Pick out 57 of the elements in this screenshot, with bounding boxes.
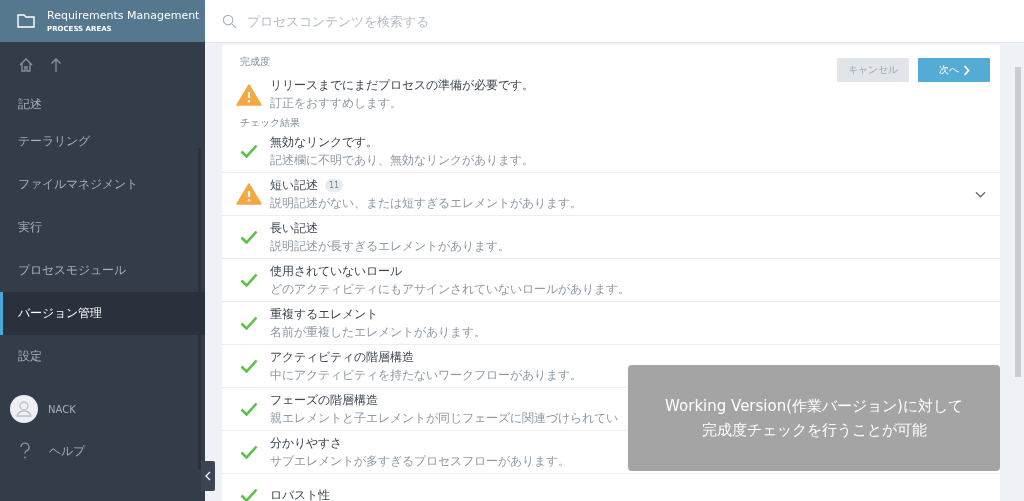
user-name: NACK [48,403,76,415]
search-bar[interactable]: プロセスコンテンツを検索する [205,0,1024,43]
warning-icon [236,183,262,205]
check-description: 名前が重複したエレメントがあります。 [270,323,487,341]
warning-icon [236,83,262,106]
summary-title: リリースまでにまだプロセスの準備が必要です。 [270,77,534,94]
sidebar-item[interactable]: 記述 [0,88,205,120]
check-description: サブエレメントが多すぎるプロセスフローがあります。 [270,452,571,470]
sidebar-item[interactable]: 実行 [0,206,205,249]
chevron-down-icon[interactable] [975,190,986,198]
check-title: アクティビティの階層構造 [270,348,414,366]
chevron-left-icon [205,471,211,481]
check-description: 中にアクティビティを持たないワークフローがあります。 [270,366,583,384]
sidebar-item[interactable]: 設定 [0,335,205,378]
check-title: 短い記述 [270,176,318,194]
checkmark-icon [240,402,258,416]
scrollbar-thumb[interactable] [1015,67,1021,377]
sidebar-item[interactable]: ファイルマネジメント [0,163,205,206]
summary-description: 訂正をおすすめします。 [270,95,403,112]
caption-text: 完成度チェックを行うことが可能 [701,420,927,441]
search-field[interactable]: プロセスコンテンツを検索する [247,9,747,33]
check-description: 親エレメントと子エレメントが同じフェーズに関連づけられてい [270,409,619,427]
checkmark-icon [240,316,258,330]
checkmark-icon [240,273,258,287]
check-title: 無効なリンクです。 [270,133,378,151]
caption-text: Working Version(作業バージョン)に対して [665,396,963,417]
check-title: ロバスト性 [270,486,330,501]
checkmark-icon [240,488,258,501]
check-title: フェーズの階層構造 [270,391,378,409]
folder-icon [17,14,35,28]
search-icon [222,13,237,29]
check-title: 重複するエレメント [270,305,378,323]
checkmark-icon [240,144,258,158]
check-title: 分かりやすさ [270,434,342,452]
check-description: 説明記述がない、または短すぎるエレメントがあります。 [270,194,583,212]
help-icon[interactable] [19,442,31,460]
section-label: 完成度 [240,55,271,69]
help-link[interactable]: ヘルプ [49,442,85,460]
checkmark-icon [240,359,258,373]
checkmark-icon [240,445,258,459]
avatar-icon[interactable] [10,395,38,423]
check-title: 長い記述 [270,219,318,237]
chevron-right-icon [962,64,970,76]
check-description: どのアクティビティにもアサインされていないロールがあります。 [270,280,631,298]
count-badge: 11 [325,178,344,192]
project-title: Requirements Management [47,9,200,22]
checkmark-icon [240,230,258,244]
check-description: 説明記述が長すぎるエレメントがあります。 [270,237,511,255]
up-arrow-icon[interactable] [50,57,62,73]
check-title: 使用されていないロール [270,262,402,280]
check-description: 記述欄に不明であり、無効なリンクがあります。 [270,151,535,169]
home-icon[interactable] [18,57,34,73]
sidebar-item[interactable]: テーラリング [0,120,205,163]
section-label: チェック結果 [239,116,301,130]
collapse-button[interactable] [201,461,215,491]
sidebar-item[interactable]: プロセスモジュール [0,249,205,292]
sidebar-item[interactable]: バージョン管理 [0,292,205,335]
